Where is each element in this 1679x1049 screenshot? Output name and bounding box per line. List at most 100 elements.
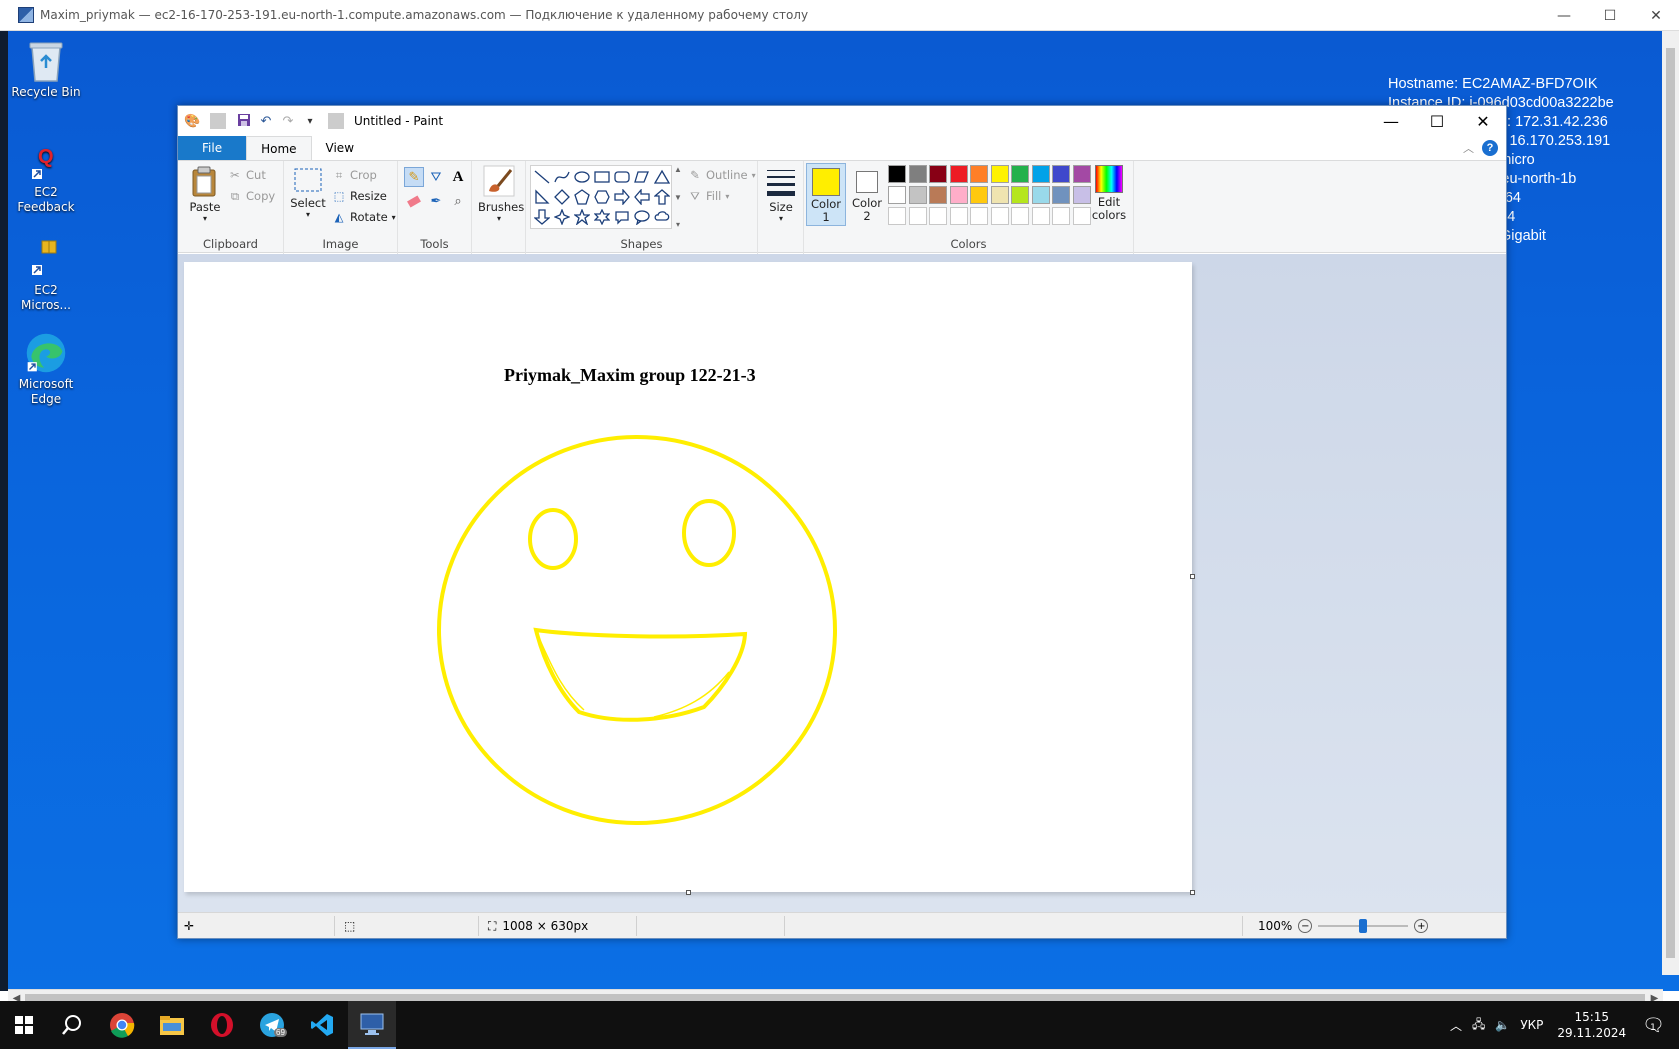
taskbar-vscode[interactable] bbox=[298, 1001, 346, 1049]
select-button[interactable]: Select ▾ bbox=[290, 167, 326, 219]
custom-color-slot[interactable] bbox=[949, 207, 968, 225]
brushes-button[interactable]: Brushes ▾ bbox=[478, 165, 524, 223]
zoom-in-icon[interactable]: + bbox=[1414, 919, 1429, 933]
input-language[interactable]: УКР bbox=[1520, 1018, 1543, 1032]
desktop-vertical-scrollbar[interactable] bbox=[1662, 31, 1679, 975]
zoom-slider-thumb[interactable] bbox=[1359, 919, 1368, 933]
resize-button[interactable]: ⬚ Resize bbox=[332, 186, 387, 206]
custom-color-slot[interactable] bbox=[1031, 207, 1050, 225]
palette-color-swatch[interactable] bbox=[908, 165, 927, 183]
resize-handle-right[interactable] bbox=[1190, 574, 1195, 579]
custom-color-slot[interactable] bbox=[888, 207, 906, 225]
rdp-maximize-button[interactable]: ☐ bbox=[1587, 0, 1633, 31]
right-triangle-shape-icon[interactable] bbox=[532, 187, 552, 207]
pencil-tool[interactable]: ✎ bbox=[404, 167, 424, 187]
hexagon-shape-icon[interactable] bbox=[592, 187, 612, 207]
rounded-rectangle-shape-icon[interactable] bbox=[612, 167, 632, 187]
taskbar-chrome[interactable] bbox=[98, 1001, 146, 1049]
outline-button[interactable]: ✎ Outline ▾ bbox=[688, 165, 755, 185]
rdp-minimize-button[interactable]: — bbox=[1541, 0, 1587, 31]
text-tool[interactable]: A bbox=[448, 167, 468, 187]
diamond-shape-icon[interactable] bbox=[552, 187, 572, 207]
left-arrow-shape-icon[interactable] bbox=[632, 187, 652, 207]
custom-color-slot[interactable] bbox=[1052, 207, 1070, 225]
palette-color-swatch[interactable] bbox=[970, 165, 988, 183]
palette-color-swatch[interactable] bbox=[1011, 165, 1029, 183]
show-hidden-icons-icon[interactable]: ︿ bbox=[1450, 1017, 1462, 1034]
four-point-star-shape-icon[interactable] bbox=[552, 207, 572, 227]
down-arrow-shape-icon[interactable] bbox=[532, 207, 552, 227]
fill-tool[interactable]: ⛛ bbox=[426, 167, 446, 187]
color-picker-tool[interactable]: ✒ bbox=[426, 191, 446, 211]
start-button[interactable] bbox=[0, 1001, 48, 1049]
palette-color-swatch[interactable] bbox=[1052, 165, 1070, 183]
palette-color-swatch[interactable] bbox=[1031, 165, 1050, 183]
drawing-canvas[interactable]: Priymak_Maxim group 122-21-3 bbox=[184, 262, 1192, 892]
collapse-ribbon-icon[interactable]: ︿ bbox=[1463, 140, 1474, 156]
custom-color-slot[interactable] bbox=[970, 207, 988, 225]
customize-quick-access-icon[interactable]: ▾ bbox=[302, 116, 318, 127]
custom-color-slot[interactable] bbox=[1011, 207, 1029, 225]
six-point-star-shape-icon[interactable] bbox=[592, 207, 612, 227]
desktop-icon-ec2-feedback[interactable]: Q EC2 Feedback bbox=[8, 139, 84, 215]
desktop-icon-microsoft-edge[interactable]: Microsoft Edge bbox=[8, 331, 84, 407]
palette-color-swatch[interactable] bbox=[888, 165, 906, 183]
crop-button[interactable]: ⌗ Crop bbox=[332, 165, 377, 185]
rdp-close-button[interactable]: ✕ bbox=[1633, 0, 1679, 31]
resize-handle-bottom[interactable] bbox=[686, 890, 691, 895]
triangle-shape-icon[interactable] bbox=[652, 167, 672, 187]
palette-color-swatch[interactable] bbox=[1031, 186, 1050, 204]
desktop-icon-recycle-bin[interactable]: Recycle Bin bbox=[8, 39, 84, 100]
help-icon[interactable]: ? bbox=[1482, 140, 1498, 156]
palette-color-swatch[interactable] bbox=[990, 165, 1009, 183]
shapes-gallery-scroll[interactable]: ▲ ▼ ▾ bbox=[673, 165, 683, 229]
pentagon-shape-icon[interactable] bbox=[572, 187, 592, 207]
paste-button[interactable]: Paste ▾ bbox=[186, 165, 224, 223]
palette-color-swatch[interactable] bbox=[888, 186, 906, 204]
right-arrow-shape-icon[interactable] bbox=[612, 187, 632, 207]
tab-home[interactable]: Home bbox=[246, 136, 312, 160]
save-icon[interactable] bbox=[236, 113, 252, 130]
five-point-star-shape-icon[interactable] bbox=[572, 207, 592, 227]
palette-color-swatch[interactable] bbox=[949, 165, 968, 183]
color2-button[interactable]: Color 2 bbox=[848, 163, 886, 226]
tab-view[interactable]: View bbox=[312, 136, 368, 160]
zoom-slider[interactable] bbox=[1318, 919, 1409, 933]
curve-shape-icon[interactable] bbox=[552, 167, 572, 187]
palette-color-swatch[interactable] bbox=[949, 186, 968, 204]
notifications-button[interactable]: 🗨 1 bbox=[1642, 1015, 1665, 1036]
palette-color-swatch[interactable] bbox=[1052, 186, 1070, 204]
cloud-callout-shape-icon[interactable] bbox=[652, 207, 672, 227]
paint-maximize-button[interactable]: ☐ bbox=[1414, 106, 1460, 136]
rectangle-shape-icon[interactable] bbox=[592, 167, 612, 187]
taskbar-opera[interactable] bbox=[198, 1001, 246, 1049]
redo-icon[interactable]: ↷ bbox=[280, 113, 296, 129]
palette-color-swatch[interactable] bbox=[908, 186, 927, 204]
paint-app-icon[interactable]: 🎨 bbox=[184, 113, 200, 129]
magnifier-tool[interactable]: ⌕ bbox=[448, 191, 468, 211]
rounded-callout-shape-icon[interactable] bbox=[612, 207, 632, 227]
line-shape-icon[interactable] bbox=[532, 167, 552, 187]
size-button[interactable]: Size ▾ bbox=[762, 167, 800, 223]
search-button[interactable] bbox=[48, 1001, 96, 1049]
fill-button[interactable]: ⛛ Fill ▾ bbox=[688, 186, 729, 206]
oval-shape-icon[interactable] bbox=[572, 167, 592, 187]
paint-close-button[interactable]: ✕ bbox=[1460, 106, 1506, 136]
tab-file[interactable]: File bbox=[178, 136, 247, 160]
custom-color-slot[interactable] bbox=[929, 207, 947, 225]
edit-colors-button[interactable]: Edit colors bbox=[1088, 165, 1130, 222]
cut-button[interactable]: ✂ Cut bbox=[228, 165, 266, 185]
up-arrow-shape-icon[interactable] bbox=[652, 187, 672, 207]
polygon-shape-icon[interactable] bbox=[632, 167, 652, 187]
copy-button[interactable]: ⧉ Copy bbox=[228, 186, 275, 206]
undo-icon[interactable]: ↶ bbox=[258, 113, 274, 129]
volume-icon[interactable]: 🔈 bbox=[1495, 1018, 1510, 1032]
network-icon[interactable]: 🖧 bbox=[1472, 1015, 1485, 1036]
custom-color-slot[interactable] bbox=[990, 207, 1009, 225]
palette-color-swatch[interactable] bbox=[990, 186, 1009, 204]
clock[interactable]: 15:15 29.11.2024 bbox=[1557, 1009, 1626, 1041]
paint-minimize-button[interactable]: — bbox=[1368, 106, 1414, 136]
taskbar-remote-desktop[interactable] bbox=[348, 1001, 396, 1049]
taskbar-telegram[interactable]: 69 bbox=[248, 1001, 296, 1049]
zoom-out-icon[interactable]: − bbox=[1298, 919, 1313, 933]
